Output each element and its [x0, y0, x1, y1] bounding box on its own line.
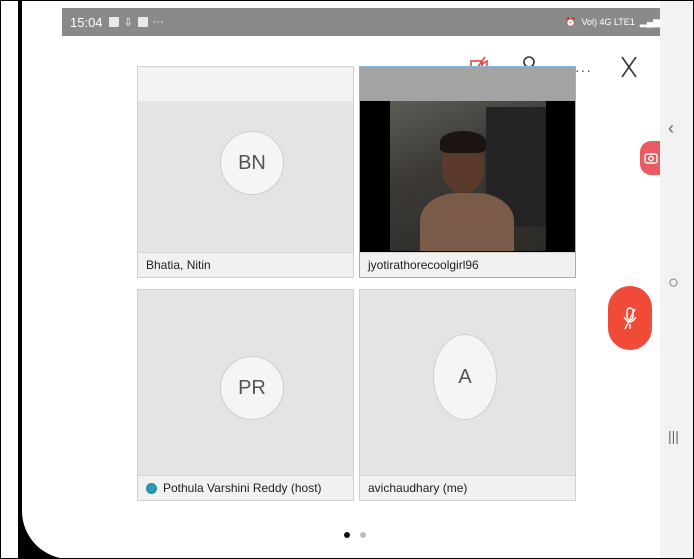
participant-avatar: PR — [220, 356, 284, 420]
participant-tile-2[interactable]: jyotirathorecoolgirl96 — [359, 66, 576, 278]
network-label: Vol) 4G LTE1 — [581, 17, 635, 27]
page-dot[interactable] — [360, 532, 366, 538]
mute-button[interactable] — [608, 286, 652, 350]
participant-tile-1[interactable]: BN Bhatia, Nitin — [137, 66, 354, 278]
participant-name: avichaudhary (me) — [360, 475, 575, 500]
more-options-button[interactable]: ··· — [575, 62, 592, 78]
home-button[interactable]: ○ — [668, 272, 679, 293]
status-right-icons: ⏰ Vol) 4G LTE1 ▂▄▆ ▮ — [565, 17, 660, 28]
participant-tile-4[interactable]: A avichaudhary (me) — [359, 289, 576, 501]
app-notification-icon — [137, 17, 148, 27]
camera-icon — [644, 153, 658, 164]
status-notification-icons: ⇩ ··· — [108, 16, 164, 29]
page-dot-active[interactable] — [344, 532, 350, 538]
participant-name: Pothula Varshini Reddy (host) — [163, 481, 322, 495]
download-notification-icon: ⇩ — [123, 16, 133, 29]
host-indicator-icon — [146, 482, 157, 494]
participant-video — [390, 101, 546, 251]
tile-top-strip — [360, 67, 575, 101]
video-person-body — [420, 193, 514, 251]
signal-icon: ▂▄▆ — [639, 16, 660, 27]
back-button[interactable]: ‹ — [668, 118, 674, 139]
participant-avatar: BN — [220, 131, 284, 195]
participant-tile-3[interactable]: PR Pothula Varshini Reddy (host) — [137, 289, 354, 501]
video-toggle-button[interactable] — [640, 141, 662, 175]
mic-off-icon — [623, 307, 637, 330]
tile-top-strip — [138, 67, 353, 101]
image-notification-icon — [108, 17, 119, 27]
status-more: ··· — [152, 16, 164, 28]
page-indicator — [344, 532, 366, 538]
status-time: 15:04 — [70, 14, 103, 30]
participant-name: jyotirathorecoolgirl96 — [360, 252, 575, 277]
close-icon[interactable] — [620, 55, 638, 84]
status-bar: 15:04 ⇩ ··· ⏰ Vol) 4G LTE1 ▂▄▆ ▮ — [62, 8, 660, 36]
video-person-hair — [440, 131, 486, 153]
alarm-icon: ⏰ — [565, 16, 577, 27]
participant-name: Bhatia, Nitin — [138, 252, 353, 277]
recents-button[interactable]: ||| — [668, 428, 679, 444]
participant-name-row: Pothula Varshini Reddy (host) — [138, 475, 353, 500]
participant-avatar: A — [433, 334, 497, 420]
